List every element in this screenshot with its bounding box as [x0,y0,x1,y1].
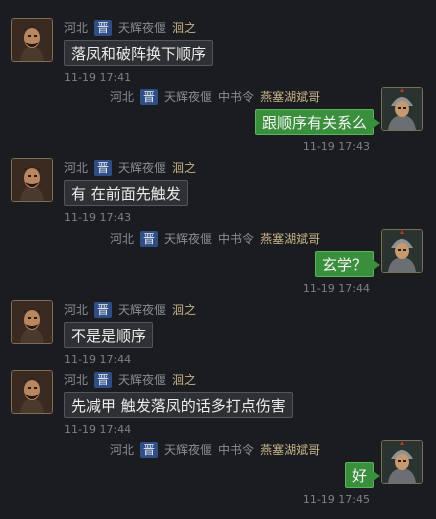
player-name[interactable]: 洄之 [172,160,196,176]
nation-badge: 晋 [94,372,113,388]
guild-name: 天辉夜偃 [118,303,167,317]
official-title: 中书令 [218,90,255,104]
sender-avatar[interactable] [11,370,53,414]
official-title: 中书令 [218,443,255,457]
sender-meta: 河北 晋 天辉夜偃 洄之 [64,20,196,36]
warrior-portrait-icon [12,301,52,343]
guild-name: 天辉夜偃 [118,21,167,35]
helmeted-general-portrait-icon [382,230,422,272]
guild-name: 天辉夜偃 [118,161,167,175]
region-label: 河北 [110,90,135,104]
message-bubble: 有 在前面先触发 [64,180,188,206]
region-label: 河北 [64,21,89,35]
guild-name: 天辉夜偃 [164,232,213,246]
receiver-avatar[interactable] [381,87,423,131]
message-time: 11-19 17:44 [64,353,132,366]
player-name[interactable]: 洄之 [172,20,196,36]
message-bubble: 落凤和破阵换下顺序 [64,40,214,66]
message-time: 11-19 17:45 [302,493,370,506]
sender-avatar[interactable] [11,158,53,202]
message-bubble: 不是是顺序 [64,322,154,348]
guild-name: 天辉夜偃 [164,90,213,104]
sender-avatar[interactable] [11,18,53,62]
guild-name: 天辉夜偃 [118,373,167,387]
player-name[interactable]: 洄之 [172,302,196,318]
official-title: 中书令 [218,232,255,246]
sender-meta: 河北 晋 天辉夜偃 洄之 [64,302,196,318]
warrior-portrait-icon [12,371,52,413]
receiver-meta: 河北 晋 天辉夜偃 中书令 燕塞湖斌哥 [110,442,320,458]
receiver-meta: 河北 晋 天辉夜偃 中书令 燕塞湖斌哥 [110,231,320,247]
warrior-portrait-icon [12,19,52,61]
player-name[interactable]: 洄之 [172,372,196,388]
nation-badge: 晋 [140,89,159,105]
nation-badge: 晋 [140,442,159,458]
warrior-portrait-icon [12,159,52,201]
region-label: 河北 [64,373,89,387]
nation-badge: 晋 [140,231,159,247]
receiver-avatar[interactable] [381,229,423,273]
message-bubble: 跟顺序有关系么 [254,109,381,135]
nation-badge: 晋 [94,20,113,36]
player-name[interactable]: 燕塞湖斌哥 [260,442,320,458]
player-name[interactable]: 燕塞湖斌哥 [260,89,320,105]
sender-meta: 河北 晋 天辉夜偃 洄之 [64,372,196,388]
message-bubble: 先减甲 触发落凤的话多打点伤害 [64,392,293,418]
sender-avatar[interactable] [11,300,53,344]
message-time: 11-19 17:44 [64,423,132,436]
helmeted-general-portrait-icon [382,88,422,130]
message-bubble: 好 [344,462,381,488]
receiver-meta: 河北 晋 天辉夜偃 中书令 燕塞湖斌哥 [110,89,320,105]
helmeted-general-portrait-icon [382,441,422,483]
region-label: 河北 [110,232,135,246]
message-time: 11-19 17:43 [64,211,132,224]
chat-panel: 河北 晋 天辉夜偃 洄之 落凤和破阵换下顺序 11-19 17:41 河北 晋 … [0,0,436,519]
message-time: 11-19 17:43 [302,140,370,153]
nation-badge: 晋 [94,302,113,318]
guild-name: 天辉夜偃 [164,443,213,457]
message-bubble: 玄学？ [314,251,381,277]
region-label: 河北 [64,303,89,317]
player-name[interactable]: 燕塞湖斌哥 [260,231,320,247]
sender-meta: 河北 晋 天辉夜偃 洄之 [64,160,196,176]
region-label: 河北 [64,161,89,175]
message-time: 11-19 17:44 [302,282,370,295]
nation-badge: 晋 [94,160,113,176]
region-label: 河北 [110,443,135,457]
message-time: 11-19 17:41 [64,71,132,84]
receiver-avatar[interactable] [381,440,423,484]
